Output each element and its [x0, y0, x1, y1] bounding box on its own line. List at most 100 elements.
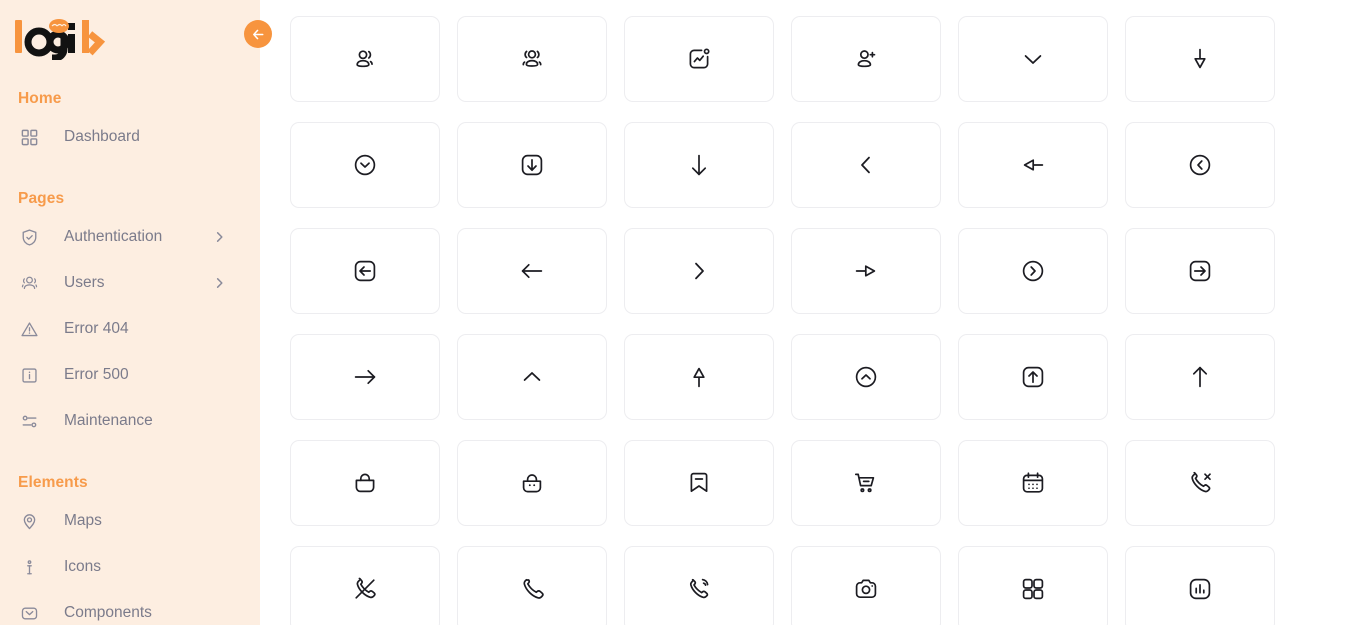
- icon-card-arrow-left-square[interactable]: [290, 228, 440, 314]
- icon-card-chevron-right-circle[interactable]: [958, 228, 1108, 314]
- icon-card-arrow-right[interactable]: [290, 334, 440, 420]
- sidebar-item-label: Icons: [64, 558, 102, 575]
- sidebar-item-label: Authentication: [64, 228, 163, 245]
- sliders-icon: [18, 410, 40, 432]
- sidebar-item-maintenance[interactable]: Maintenance: [0, 398, 260, 444]
- grid-four-icon: [1019, 575, 1047, 603]
- brand-logo[interactable]: [0, 0, 260, 74]
- sidebar-item-authentication[interactable]: Authentication: [0, 214, 260, 260]
- icon-card-phone[interactable]: [457, 546, 607, 625]
- sidebar-item-label: Users: [64, 274, 105, 291]
- icon-card-arrow-up-from-line[interactable]: [624, 334, 774, 420]
- sidebar-item-label: Error 404: [64, 320, 129, 337]
- phone-ringing-icon: [685, 575, 713, 603]
- arrow-left-icon: [518, 257, 546, 285]
- icon-card-arrow-right-square[interactable]: [1125, 228, 1275, 314]
- logik-wordmark-icon: [12, 14, 112, 60]
- icon-card-camera[interactable]: [791, 546, 941, 625]
- chevron-right-icon: [685, 257, 713, 285]
- shopping-cart-minus-icon: [852, 469, 880, 497]
- icon-card-arrow-left-to-line[interactable]: [958, 122, 1108, 208]
- sidebar-item-users[interactable]: Users: [0, 260, 260, 306]
- arrow-left-icon: [251, 27, 266, 42]
- sidebar: Home Dashboard Pages Authentication User…: [0, 0, 260, 625]
- info-square-icon: [18, 364, 40, 386]
- sidebar-scroll-content: Home Dashboard Pages Authentication User…: [0, 0, 260, 625]
- sidebar-item-icons[interactable]: Icons: [0, 544, 260, 590]
- icon-card-arrow-right-outline[interactable]: [791, 228, 941, 314]
- sidebar-section-home: Home: [18, 90, 62, 107]
- icon-card-chevron-up-circle[interactable]: [791, 334, 941, 420]
- sidebar-item-maps[interactable]: Maps: [0, 498, 260, 544]
- bookmark-minus-icon: [685, 469, 713, 497]
- map-pin-icon: [18, 510, 40, 532]
- arrow-left-to-line-icon: [1019, 151, 1047, 179]
- arrow-down-icon: [685, 151, 713, 179]
- arrow-right-outline-icon: [852, 257, 880, 285]
- arrow-right-square-icon: [1186, 257, 1214, 285]
- exclamation-icon: [18, 556, 40, 578]
- shopping-bag-icon: [351, 469, 379, 497]
- chevron-down-circle-icon: [351, 151, 379, 179]
- chevron-up-circle-icon: [852, 363, 880, 391]
- arrow-down-square-icon: [518, 151, 546, 179]
- icon-card-chevron-down-circle[interactable]: [290, 122, 440, 208]
- icon-card-shopping-cart-minus[interactable]: [791, 440, 941, 526]
- icon-card-arrow-down-to-line[interactable]: [1125, 16, 1275, 102]
- sidebar-item-error-500[interactable]: Error 500: [0, 352, 260, 398]
- icon-card-chart-box[interactable]: [624, 16, 774, 102]
- arrow-up-square-icon: [1019, 363, 1047, 391]
- warning-triangle-icon: [18, 318, 40, 340]
- icon-card-phone-ringing[interactable]: [624, 546, 774, 625]
- icon-card-users-multiple[interactable]: [457, 16, 607, 102]
- calendar-icon: [1019, 469, 1047, 497]
- users-multiple-icon: [518, 45, 546, 73]
- user-plus-icon: [852, 45, 880, 73]
- chevron-down-icon: [1019, 45, 1047, 73]
- arrow-right-icon: [351, 363, 379, 391]
- shield-check-icon: [18, 226, 40, 248]
- collapse-sidebar-button[interactable]: [244, 20, 272, 48]
- icon-card-chevron-right[interactable]: [624, 228, 774, 314]
- sidebar-item-components[interactable]: Components: [0, 590, 260, 625]
- sidebar-item-dashboard[interactable]: Dashboard: [0, 114, 260, 160]
- icon-card-chevron-left[interactable]: [791, 122, 941, 208]
- camera-icon: [852, 575, 880, 603]
- icon-card-shopping-bag[interactable]: [290, 440, 440, 526]
- sidebar-item-label: Dashboard: [64, 128, 140, 145]
- user-group-icon: [351, 45, 379, 73]
- icon-card-arrow-down-square[interactable]: [457, 122, 607, 208]
- icon-card-phone-missed[interactable]: [1125, 440, 1275, 526]
- icon-card-phone-off[interactable]: [290, 546, 440, 625]
- icon-card-bar-chart-box[interactable]: [1125, 546, 1275, 625]
- sidebar-item-label: Error 500: [64, 366, 129, 383]
- chevron-right-icon[interactable]: [213, 231, 226, 244]
- sidebar-item-error-404[interactable]: Error 404: [0, 306, 260, 352]
- icon-card-arrow-up[interactable]: [1125, 334, 1275, 420]
- icons-main-panel: [260, 0, 1366, 625]
- icon-card-bookmark-minus[interactable]: [624, 440, 774, 526]
- phone-icon: [518, 575, 546, 603]
- icon-card-arrow-up-square[interactable]: [958, 334, 1108, 420]
- icon-card-arrow-left[interactable]: [457, 228, 607, 314]
- icon-card-calendar[interactable]: [958, 440, 1108, 526]
- chevron-left-icon: [852, 151, 880, 179]
- arrow-down-to-line-icon: [1186, 45, 1214, 73]
- sidebar-item-label: Maps: [64, 512, 102, 529]
- icon-card-user-plus[interactable]: [791, 16, 941, 102]
- icon-grid: [290, 16, 1308, 625]
- icon-card-chevron-left-circle[interactable]: [1125, 122, 1275, 208]
- phone-missed-icon: [1186, 469, 1214, 497]
- icon-card-chevron-up[interactable]: [457, 334, 607, 420]
- icon-card-bag-smile[interactable]: [457, 440, 607, 526]
- icon-card-user-group[interactable]: [290, 16, 440, 102]
- chevron-right-icon[interactable]: [213, 277, 226, 290]
- arrow-up-icon: [1186, 363, 1214, 391]
- bag-smile-icon: [518, 469, 546, 497]
- grid-icon: [18, 126, 40, 148]
- icon-card-arrow-down[interactable]: [624, 122, 774, 208]
- icon-card-grid-four[interactable]: [958, 546, 1108, 625]
- icon-card-chevron-down[interactable]: [958, 16, 1108, 102]
- sidebar-section-elements: Elements: [18, 474, 88, 491]
- arrow-left-square-icon: [351, 257, 379, 285]
